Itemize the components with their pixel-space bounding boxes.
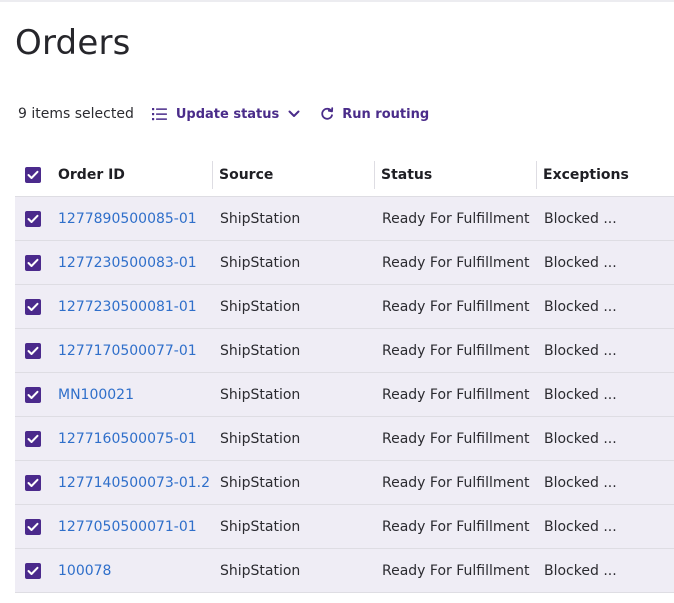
status-cell: Ready For Fulfillment <box>382 430 530 447</box>
exceptions-cell: Blocked ... <box>544 562 617 579</box>
checkmark-icon <box>27 302 39 311</box>
status-cell: Ready For Fulfillment <box>382 342 530 359</box>
row-checkbox-cell <box>25 417 45 460</box>
row-checkbox-cell <box>25 241 45 284</box>
source-cell: ShipStation <box>220 430 301 447</box>
row-checkbox-cell <box>25 505 45 548</box>
table-row[interactable]: 1277140500073-01.2 ShipStation Ready For F… <box>15 461 674 505</box>
list-icon <box>151 107 168 121</box>
table-row[interactable]: 1277170500077-01 ShipStation Ready For Ful… <box>15 329 674 373</box>
exceptions-cell: Blocked ... <box>544 254 617 271</box>
row-checkbox-cell <box>25 461 45 504</box>
order-id-link[interactable]: MN100021 <box>58 387 134 403</box>
selected-count: 9 items selected <box>18 106 134 122</box>
status-cell: Ready For Fulfillment <box>382 562 530 579</box>
row-checkbox[interactable] <box>25 430 41 447</box>
source-cell: ShipStation <box>220 342 301 359</box>
order-id-link[interactable]: 1277140500073-01.2 <box>58 475 210 491</box>
checkmark-icon <box>27 214 39 223</box>
run-routing-button[interactable]: Run routing <box>320 107 429 122</box>
row-checkbox-cell <box>25 329 45 372</box>
checkmark-icon <box>27 566 39 575</box>
exceptions-cell: Blocked ... <box>544 210 617 227</box>
order-id-link[interactable]: 100078 <box>58 563 111 579</box>
source-cell: ShipStation <box>220 254 301 271</box>
exceptions-cell: Blocked ... <box>544 298 617 315</box>
column-header-status[interactable]: Status <box>374 161 536 189</box>
chevron-down-icon[interactable] <box>288 110 300 118</box>
table-row[interactable]: 1277230500083-01 ShipStation Ready For Ful… <box>15 241 674 285</box>
exceptions-cell: Blocked ... <box>544 386 617 403</box>
header-checkbox-cell <box>25 161 45 189</box>
source-cell: ShipStation <box>220 518 301 535</box>
orders-table: Order ID Source Status Exceptions 127789… <box>15 153 674 593</box>
checkmark-icon <box>27 346 39 355</box>
exceptions-cell: Blocked ... <box>544 342 617 359</box>
order-id-link[interactable]: 1277890500085-01 <box>58 211 197 227</box>
source-cell: ShipStation <box>220 210 301 227</box>
table-row[interactable]: 100078 ShipStation Ready For Fulfillment Bl… <box>15 549 674 593</box>
source-cell: ShipStation <box>220 298 301 315</box>
status-cell: Ready For Fulfillment <box>382 386 530 403</box>
row-checkbox[interactable] <box>25 254 41 271</box>
column-header-exceptions[interactable]: Exceptions <box>536 161 674 189</box>
row-checkbox[interactable] <box>25 562 41 579</box>
row-checkbox-cell <box>25 373 45 416</box>
exceptions-cell: Blocked ... <box>544 430 617 447</box>
checkmark-icon <box>27 478 39 487</box>
row-checkbox[interactable] <box>25 298 41 315</box>
table-row[interactable]: 1277890500085-01 ShipStation Ready For Ful… <box>15 197 674 241</box>
row-checkbox[interactable] <box>25 210 41 227</box>
row-checkbox[interactable] <box>25 386 41 403</box>
table-body: 1277890500085-01 ShipStation Ready For Ful… <box>15 197 674 593</box>
run-routing-label: Run routing <box>342 106 430 122</box>
row-checkbox[interactable] <box>25 474 41 491</box>
update-status-button[interactable]: Update status <box>151 106 300 122</box>
table-row[interactable]: 1277160500075-01 ShipStation Ready For Ful… <box>15 417 674 461</box>
status-cell: Ready For Fulfillment <box>382 474 530 491</box>
column-header-order-id[interactable]: Order ID <box>58 161 210 189</box>
exceptions-cell: Blocked ... <box>544 518 617 535</box>
refresh-icon <box>320 107 334 121</box>
source-cell: ShipStation <box>220 386 301 403</box>
status-cell: Ready For Fulfillment <box>382 210 530 227</box>
status-cell: Ready For Fulfillment <box>382 254 530 271</box>
row-checkbox-cell <box>25 549 45 592</box>
checkmark-icon <box>27 522 39 531</box>
source-cell: ShipStation <box>220 562 301 579</box>
order-id-link[interactable]: 1277160500075-01 <box>58 431 197 447</box>
table-row[interactable]: 1277230500081-01 ShipStation Ready For Ful… <box>15 285 674 329</box>
status-cell: Ready For Fulfillment <box>382 298 530 315</box>
order-id-link[interactable]: 1277170500077-01 <box>58 343 197 359</box>
bulk-actions-toolbar: 9 items selected Update status Run routi… <box>18 102 429 126</box>
table-header: Order ID Source Status Exceptions <box>15 153 674 197</box>
order-id-link[interactable]: 1277230500083-01 <box>58 255 197 271</box>
order-id-link[interactable]: 1277230500081-01 <box>58 299 197 315</box>
checkmark-icon <box>27 390 39 399</box>
exceptions-cell: Blocked ... <box>544 474 617 491</box>
source-cell: ShipStation <box>220 474 301 491</box>
row-checkbox[interactable] <box>25 518 41 535</box>
table-row[interactable]: 1277050500071-01 ShipStation Ready For Ful… <box>15 505 674 549</box>
checkmark-icon <box>27 434 39 443</box>
column-header-source[interactable]: Source <box>212 161 374 189</box>
order-id-link[interactable]: 1277050500071-01 <box>58 519 197 535</box>
page-title: Orders <box>15 23 131 63</box>
update-status-label: Update status <box>175 106 280 122</box>
row-checkbox-cell <box>25 285 45 328</box>
row-checkbox[interactable] <box>25 342 41 359</box>
row-checkbox-cell <box>25 197 45 240</box>
checkmark-icon <box>27 258 39 267</box>
top-divider <box>0 0 674 2</box>
table-row[interactable]: MN100021 ShipStation Ready For Fulfillment… <box>15 373 674 417</box>
status-cell: Ready For Fulfillment <box>382 518 530 535</box>
select-all-checkbox[interactable] <box>25 167 41 183</box>
checkmark-icon <box>27 170 39 179</box>
